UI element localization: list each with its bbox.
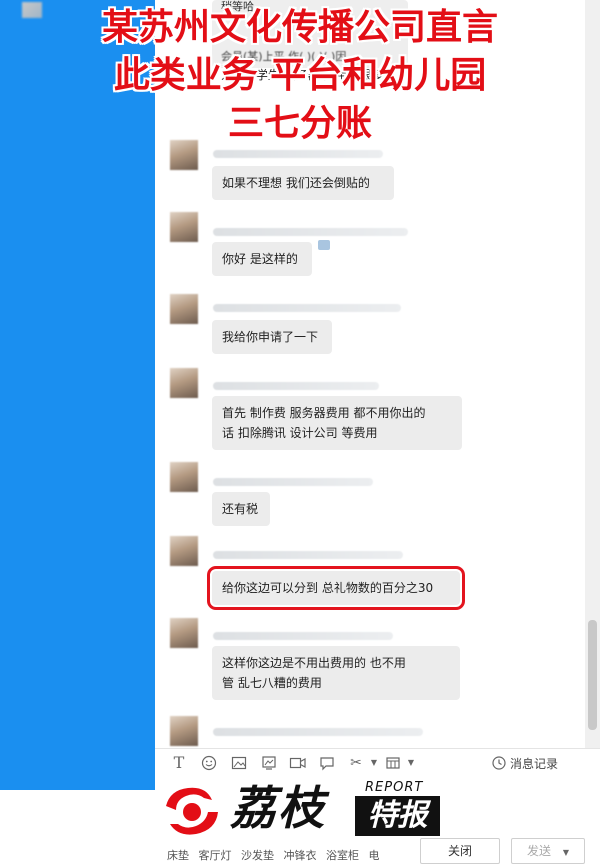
headline-line-1: 某苏州文化传播公司直言: [101, 7, 498, 48]
message-line: 话 扣除腾讯 设计公司 等费用: [222, 426, 378, 440]
message-meta: [213, 632, 393, 640]
message-line: 管 乱七八糟的费用: [222, 676, 322, 690]
send-button[interactable]: 发送 ▼: [511, 838, 585, 864]
ad-links[interactable]: 床垫 客厅灯 沙发垫 冲锋衣 浴室柜 电: [167, 847, 379, 863]
text-format-icon[interactable]: T: [171, 755, 187, 771]
history-clock-icon[interactable]: [491, 755, 507, 771]
avatar[interactable]: [170, 716, 198, 746]
headline-line-2: 此类业务 平台和幼儿园: [113, 55, 487, 96]
avatar[interactable]: [170, 368, 198, 398]
headline-line-3: 三七分账: [227, 103, 372, 144]
message-line: 首先 制作费 服务器费用 都不用你出的: [222, 406, 426, 420]
message-history-link[interactable]: 消息记录: [510, 755, 558, 772]
scrollbar-thumb[interactable]: [588, 620, 597, 730]
chevron-down-icon[interactable]: ▼: [563, 848, 569, 857]
more-icon[interactable]: [385, 755, 401, 771]
bottom-bar: 床垫 客厅灯 沙发垫 冲锋衣 浴室柜 电 关闭 发送 ▼: [155, 838, 600, 864]
image-icon[interactable]: [231, 755, 247, 771]
message-meta: [213, 382, 379, 390]
lychee-logo-icon: [166, 787, 218, 835]
message-line: 这样你这边是不用出费用的 也不用: [222, 656, 406, 670]
input-toolbar: T ✂ ▼ ▼ 消息记录: [155, 748, 600, 779]
avatar[interactable]: [170, 462, 198, 492]
message-meta: [213, 478, 373, 486]
message-meta: [213, 150, 383, 158]
message-bubble: 还有税: [212, 492, 270, 526]
logo-chinese-text: 荔枝: [230, 781, 326, 835]
send-button-label: 发送: [527, 844, 552, 858]
message-bubble: 你好 是这样的: [212, 242, 312, 276]
close-button[interactable]: 关闭: [420, 838, 500, 864]
avatar[interactable]: [170, 212, 198, 242]
highlighted-message-bubble: 给你这边可以分到 总礼物数的百分之30: [207, 566, 465, 610]
video-icon[interactable]: [289, 755, 306, 771]
message-bubble: 首先 制作费 服务器费用 都不用你出的 话 扣除腾讯 设计公司 等费用: [212, 396, 462, 450]
message-meta: [213, 551, 403, 559]
message-icon[interactable]: [319, 755, 335, 771]
emoji-icon[interactable]: [201, 755, 217, 771]
message-bubble: 我给你申请了一下: [212, 320, 332, 354]
logo-report-text: REPORT: [365, 780, 424, 795]
chevron-down-icon[interactable]: ▼: [403, 755, 419, 771]
message-meta: [213, 728, 423, 736]
avatar[interactable]: [170, 536, 198, 566]
avatar[interactable]: [170, 294, 198, 324]
screenshot-icon[interactable]: [261, 755, 277, 771]
avatar[interactable]: [170, 618, 198, 648]
chevron-down-icon[interactable]: ▼: [366, 755, 382, 771]
message-bubble: 如果不理想 我们还会倒贴的: [212, 166, 394, 200]
emoji-icon: [318, 240, 330, 250]
message-meta: [213, 228, 408, 236]
logo-tebao-text: 特报: [355, 796, 440, 836]
scissors-icon[interactable]: ✂: [348, 755, 364, 771]
lizhi-report-logo: 荔枝 REPORT 特报: [160, 778, 450, 840]
news-headline-overlay: 某苏州文化传播公司直言 此类业务 平台和幼儿园 三七分账: [0, 4, 600, 148]
message-meta: [213, 304, 401, 312]
message-bubble: 这样你这边是不用出费用的 也不用 管 乱七八糟的费用: [212, 646, 460, 700]
